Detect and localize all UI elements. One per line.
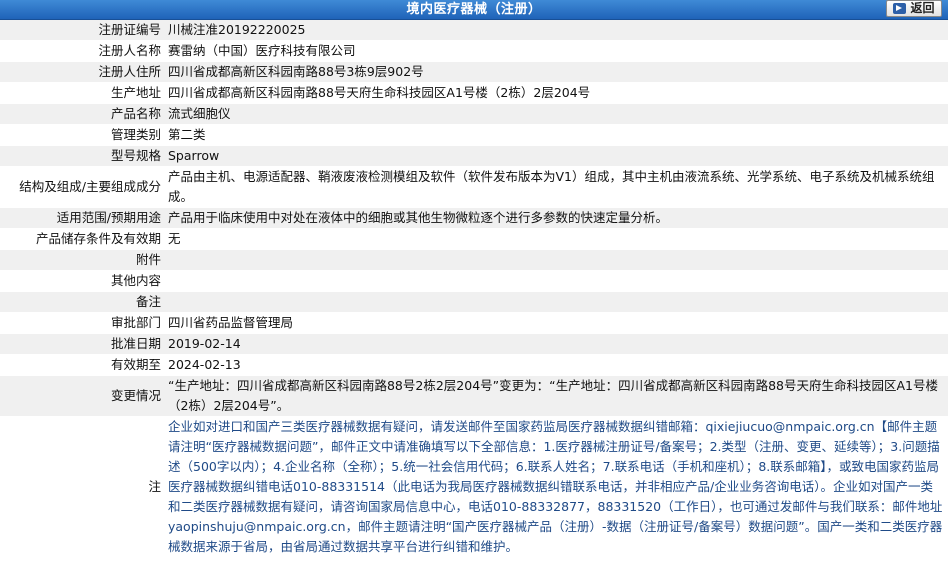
table-row: 管理类别 第二类 (0, 124, 948, 146)
table-row: 生产地址 四川省成都高新区科园南路88号天府生命科技园区A1号楼（2栋）2层20… (0, 82, 948, 104)
page-header: 境内医疗器械（注册） 返回 (0, 0, 948, 20)
field-value: “生产地址：四川省成都高新区科园南路88号2栋2层204号”变更为：“生产地址：… (165, 375, 948, 417)
field-value: 无 (165, 228, 948, 250)
field-label: 变更情况 (0, 375, 165, 417)
note-text: 企业如对进口和国产三类医疗器械数据有疑问，请发送邮件至国家药监局医疗器械数据纠错… (165, 416, 948, 558)
table-row: 型号规格 Sparrow (0, 145, 948, 167)
field-value: 产品由主机、电源适配器、鞘液废液检测模组及软件（软件发布版本为V1）组成，其中主… (165, 166, 948, 208)
field-label: 生产地址 (0, 82, 165, 104)
field-label: 其他内容 (0, 270, 165, 292)
table-row: 结构及组成/主要组成成分 产品由主机、电源适配器、鞘液废液检测模组及软件（软件发… (0, 166, 948, 208)
field-value: 四川省成都高新区科园南路88号天府生命科技园区A1号楼（2栋）2层204号 (165, 82, 948, 104)
page-title: 境内医疗器械（注册） (406, 2, 542, 17)
detail-table: 注册证编号 川械注准20192220025 注册人名称 赛雷纳（中国）医疗科技有… (0, 20, 948, 558)
table-row: 产品储存条件及有效期 无 (0, 228, 948, 250)
table-row: 变更情况 “生产地址：四川省成都高新区科园南路88号2栋2层204号”变更为：“… (0, 375, 948, 417)
field-label: 审批部门 (0, 312, 165, 334)
field-label: 适用范围/预期用途 (0, 207, 165, 229)
field-label: 附件 (0, 249, 165, 271)
field-label: 注册人住所 (0, 61, 165, 83)
field-value: 四川省药品监督管理局 (165, 312, 948, 334)
field-value: 赛雷纳（中国）医疗科技有限公司 (165, 40, 948, 62)
field-value: Sparrow (165, 145, 948, 167)
field-label: 结构及组成/主要组成成分 (0, 166, 165, 208)
back-arrow-icon (893, 3, 907, 14)
table-row: 审批部门 四川省药品监督管理局 (0, 312, 948, 334)
table-row: 注册人名称 赛雷纳（中国）医疗科技有限公司 (0, 40, 948, 62)
field-value (165, 270, 948, 292)
field-value (165, 291, 948, 313)
field-value: 四川省成都高新区科园南路88号3栋9层902号 (165, 61, 948, 83)
table-row: 其他内容 (0, 270, 948, 292)
table-row: 适用范围/预期用途 产品用于临床使用中对处在液体中的细胞或其他生物微粒逐个进行多… (0, 207, 948, 229)
field-value: 产品用于临床使用中对处在液体中的细胞或其他生物微粒逐个进行多参数的快速定量分析。 (165, 207, 948, 229)
detail-page: 境内医疗器械（注册） 返回 注册证编号 川械注准20192220025 注册人名… (0, 0, 948, 562)
field-value: 2024-02-13 (165, 354, 948, 376)
field-value: 第二类 (165, 124, 948, 146)
table-row: 有效期至 2024-02-13 (0, 354, 948, 376)
field-label: 注册人名称 (0, 40, 165, 62)
table-row: 注册人住所 四川省成都高新区科园南路88号3栋9层902号 (0, 61, 948, 83)
field-value: 川械注准20192220025 (165, 20, 948, 41)
field-value: 流式细胞仪 (165, 103, 948, 125)
field-label: 产品储存条件及有效期 (0, 228, 165, 250)
table-row: 备注 (0, 291, 948, 313)
field-label: 产品名称 (0, 103, 165, 125)
note-row: 注 企业如对进口和国产三类医疗器械数据有疑问，请发送邮件至国家药监局医疗器械数据… (0, 416, 948, 558)
back-button-label: 返回 (910, 1, 935, 15)
field-label: 注册证编号 (0, 20, 165, 41)
table-row: 注册证编号 川械注准20192220025 (0, 20, 948, 41)
field-label: 有效期至 (0, 354, 165, 376)
table-row: 附件 (0, 249, 948, 271)
field-label: 型号规格 (0, 145, 165, 167)
field-value: 2019-02-14 (165, 333, 948, 355)
table-row: 批准日期 2019-02-14 (0, 333, 948, 355)
field-label: 管理类别 (0, 124, 165, 146)
field-label: 备注 (0, 291, 165, 313)
table-row: 产品名称 流式细胞仪 (0, 103, 948, 125)
field-label: 批准日期 (0, 333, 165, 355)
note-label: 注 (0, 416, 165, 558)
back-button[interactable]: 返回 (886, 0, 942, 17)
field-value (165, 249, 948, 271)
